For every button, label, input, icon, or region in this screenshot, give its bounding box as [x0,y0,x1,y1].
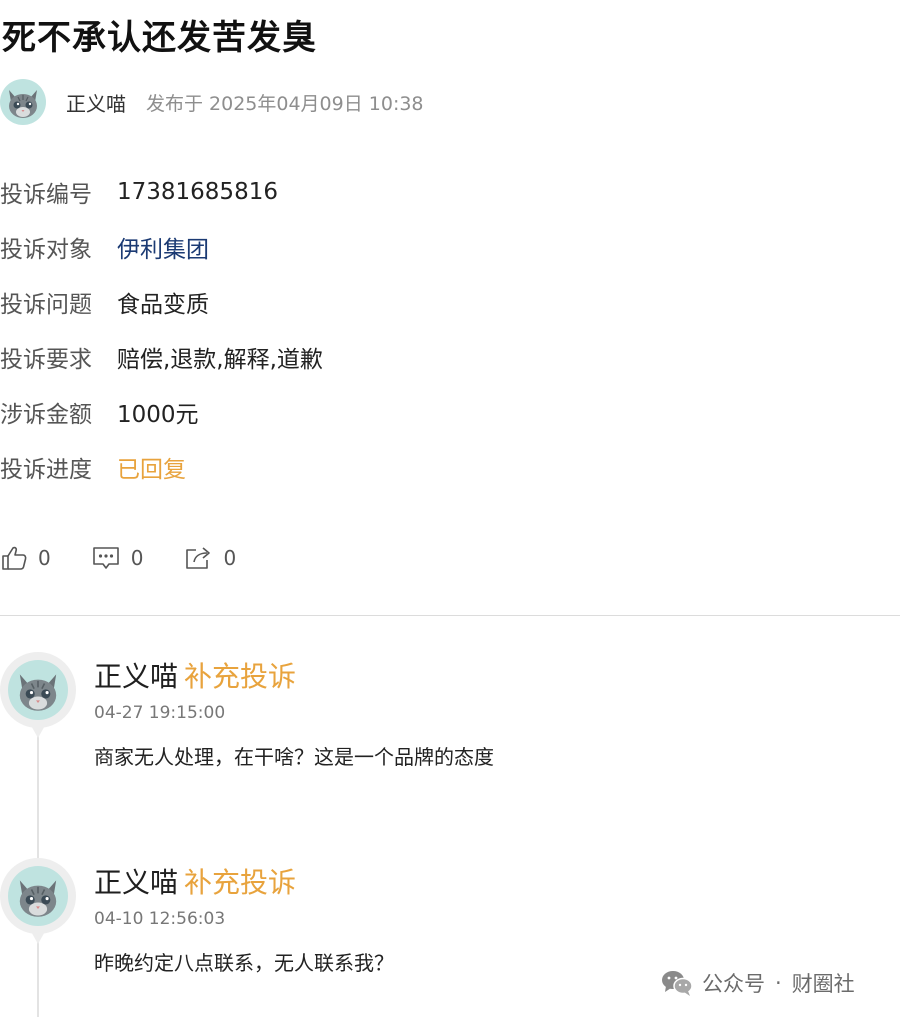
comment-icon [92,547,119,569]
share-count: 0 [223,546,237,570]
share-button[interactable]: 0 [183,544,236,572]
avatar-pin [0,652,76,752]
post-meta: 正义喵 发布于 2025年04月09日 10:38 [0,78,424,126]
status-badge: 已回复 [117,456,186,483]
page-title: 死不承认还发苦发臭 [2,18,317,58]
complaint-target-link[interactable]: 伊利集团 [117,230,209,264]
published-time: 2025年04月09日 10:38 [209,92,424,115]
watermark-account: 财圈社 [791,972,855,996]
avatar[interactable] [8,660,68,720]
author-name[interactable]: 正义喵 [66,88,126,117]
cat-avatar-icon [19,674,57,711]
info-value: 17381685816 [117,178,278,205]
info-row-demand: 投诉要求 赔偿,退款,解释,道歉 [0,329,323,384]
info-label: 投诉对象 [0,236,92,263]
share-icon [186,547,211,569]
info-row-target: 投诉对象 伊利集团 [0,219,323,274]
avatar[interactable] [8,866,68,926]
entry-time: 04-27 19:15:00 [94,703,226,723]
info-value: 1000元 [117,401,199,428]
watermark-source: 公众号 [702,972,765,996]
complaint-info: 投诉编号 17381685816 投诉对象 伊利集团 投诉问题 食品变质 投诉要… [0,164,323,494]
info-value: 赔偿,退款,解释,道歉 [117,346,323,373]
entry-text: 昨晚约定八点联系，无人联系我？ [94,951,394,975]
entry-header: 正义喵 补充投诉 [94,655,296,695]
info-label: 投诉进度 [0,456,92,483]
like-count: 0 [38,546,51,570]
like-button[interactable]: 0 [0,544,51,572]
avatar-pin [0,858,76,958]
avatar[interactable] [0,79,46,125]
entry-header: 正义喵 补充投诉 [94,861,296,901]
comment-count: 0 [130,546,144,570]
action-bar: 0 0 0 [0,540,276,576]
comment-button[interactable]: 0 [91,544,144,572]
entry-text: 商家无人处理，在干啥？这是一个品牌的态度 [94,745,494,769]
watermark-separator: · [775,971,782,995]
info-row-amount: 涉诉金额 1000元 [0,384,323,439]
entry-author[interactable]: 正义喵 [94,660,178,693]
entry-author[interactable]: 正义喵 [94,866,178,899]
info-label: 涉诉金额 [0,401,92,428]
entry-type-label: 补充投诉 [184,866,297,899]
cat-avatar-icon [19,880,57,917]
info-row-issue: 投诉问题 食品变质 [0,274,323,329]
section-divider [0,615,900,616]
thumbs-up-icon [2,546,27,570]
info-label: 投诉问题 [0,291,92,318]
entry-type-label: 补充投诉 [184,660,297,693]
cat-avatar-icon [9,90,37,118]
wechat-icon [662,971,693,996]
info-label: 投诉编号 [0,181,92,208]
info-row-progress: 投诉进度 已回复 [0,439,323,494]
published-label: 发布于 [146,92,204,115]
info-label: 投诉要求 [0,346,92,373]
info-value: 食品变质 [117,291,209,318]
info-row-complaint-id: 投诉编号 17381685816 [0,164,323,219]
watermark: 公众号 · 财圈社 [660,967,855,999]
entry-time: 04-10 12:56:03 [94,909,226,929]
